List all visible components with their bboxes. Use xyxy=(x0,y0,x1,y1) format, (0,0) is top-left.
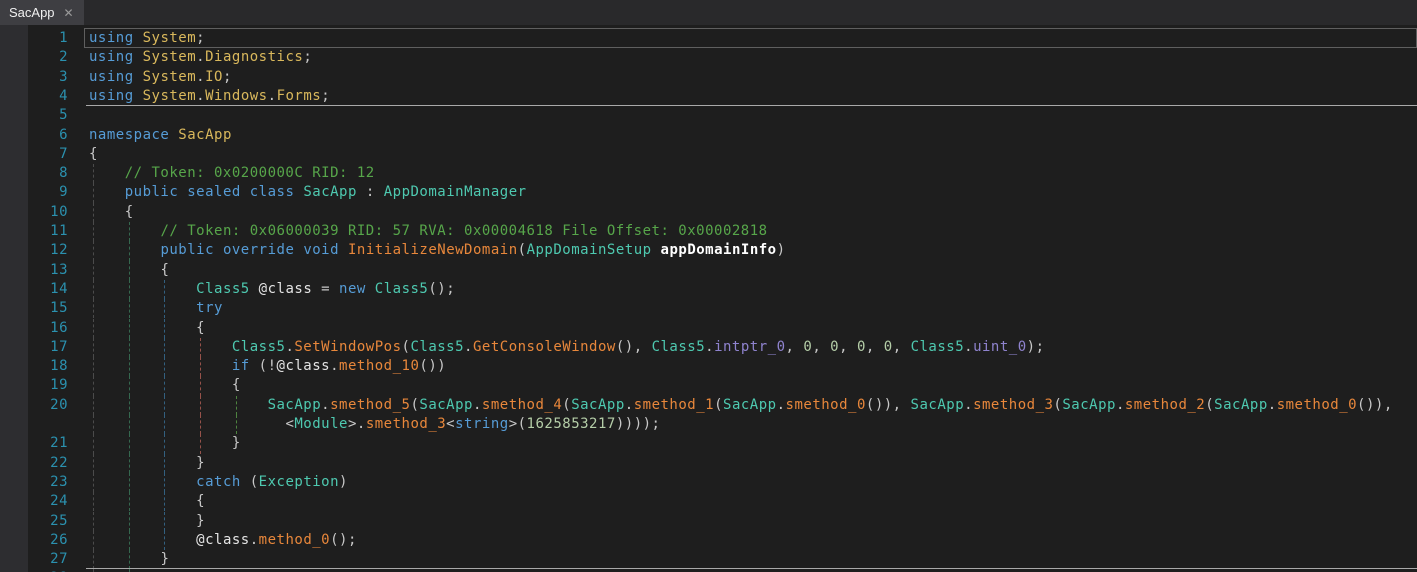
line-number: 17 xyxy=(0,338,68,357)
line-number: 18 xyxy=(0,357,68,376)
line-number: 7 xyxy=(0,145,68,164)
code-line[interactable]: 12 public override void InitializeNewDom… xyxy=(0,241,1417,260)
code-text: } xyxy=(89,454,205,473)
code-line[interactable]: 14 Class5 @class = new Class5(); xyxy=(0,280,1417,299)
code-text: public sealed class SacApp : AppDomainMa… xyxy=(89,183,527,202)
code-line[interactable]: 17 Class5.SetWindowPos(Class5.GetConsole… xyxy=(0,338,1417,357)
code-line[interactable]: 6 namespace SacApp xyxy=(0,126,1417,145)
line-number: 24 xyxy=(0,492,68,511)
line-number: 10 xyxy=(0,203,68,222)
code-text: } xyxy=(89,434,241,453)
code-text: { xyxy=(89,376,241,395)
current-line-highlight xyxy=(84,28,1417,48)
line-number: 5 xyxy=(0,106,68,125)
code-line[interactable]: 26 @class.method_0(); xyxy=(0,531,1417,550)
code-text: // Token: 0x06000039 RID: 57 RVA: 0x0000… xyxy=(89,222,768,241)
code-line[interactable]: 2 using System.Diagnostics; xyxy=(0,48,1417,67)
code-line[interactable]: 3 using System.IO; xyxy=(0,68,1417,87)
code-text: { xyxy=(89,145,98,164)
line-number: 15 xyxy=(0,299,68,318)
line-number: 9 xyxy=(0,183,68,202)
code-text: } xyxy=(89,550,169,569)
line-number: 13 xyxy=(0,261,68,280)
line-number: 11 xyxy=(0,222,68,241)
code-line[interactable]: <Module>.smethod_3<string>(1625853217)))… xyxy=(0,415,1417,434)
code-line[interactable]: 25 } xyxy=(0,512,1417,531)
line-number: 22 xyxy=(0,454,68,473)
line-number: 3 xyxy=(0,68,68,87)
line-number: 1 xyxy=(0,29,68,48)
tab-bar: SacApp ✕ xyxy=(0,0,1417,25)
code-line[interactable]: 8 // Token: 0x0200000C RID: 12 xyxy=(0,164,1417,183)
line-number: 16 xyxy=(0,319,68,338)
code-text: { xyxy=(89,261,169,280)
code-line[interactable]: 19 { xyxy=(0,376,1417,395)
code-text: { xyxy=(89,319,205,338)
code-text: { xyxy=(89,203,134,222)
code-line[interactable]: 16 { xyxy=(0,319,1417,338)
code-editor[interactable]: 1 using System; 2 using System.Diagnostics;… xyxy=(0,25,1417,572)
line-number: 19 xyxy=(0,376,68,395)
code-line[interactable]: 13 { xyxy=(0,261,1417,280)
code-text: @class.method_0(); xyxy=(89,531,357,550)
code-line[interactable]: 11 // Token: 0x06000039 RID: 57 RVA: 0x0… xyxy=(0,222,1417,241)
code-line[interactable]: 7{ xyxy=(0,145,1417,164)
line-number: 12 xyxy=(0,241,68,260)
code-text: Class5.SetWindowPos(Class5.GetConsoleWin… xyxy=(89,338,1045,357)
code-line[interactable]: 4 using System.Windows.Forms; xyxy=(0,87,1417,106)
code-text: SacApp.smethod_5(SacApp.smethod_4(SacApp… xyxy=(89,396,1393,415)
code-text: // Token: 0x0200000C RID: 12 xyxy=(89,164,375,183)
line-number: 4 xyxy=(0,87,68,106)
line-number: 8 xyxy=(0,164,68,183)
code-text: if (!@class.method_10()) xyxy=(89,357,446,376)
code-text: using System.Windows.Forms; xyxy=(89,87,330,106)
code-text: try xyxy=(89,299,223,318)
code-text: <Module>.smethod_3<string>(1625853217)))… xyxy=(89,415,661,434)
tab-close-icon[interactable]: ✕ xyxy=(64,7,74,19)
tab-sacapp[interactable]: SacApp ✕ xyxy=(0,0,84,25)
code-text: public override void InitializeNewDomain… xyxy=(89,241,786,260)
code-line[interactable]: 18 if (!@class.method_10()) xyxy=(0,357,1417,376)
code-line[interactable]: 22 } xyxy=(0,454,1417,473)
code-text: catch (Exception) xyxy=(89,473,348,492)
line-number: 20 xyxy=(0,396,68,415)
code-text: using System.Diagnostics; xyxy=(89,48,312,67)
code-line[interactable]: 23 catch (Exception) xyxy=(0,473,1417,492)
code-line[interactable]: 9 public sealed class SacApp : AppDomain… xyxy=(0,183,1417,202)
code-line[interactable]: 27 } xyxy=(0,550,1417,569)
line-number: 25 xyxy=(0,512,68,531)
code-text: namespace SacApp xyxy=(89,126,232,145)
line-number: 14 xyxy=(0,280,68,299)
code-line[interactable]: 20 SacApp.smethod_5(SacApp.smethod_4(Sac… xyxy=(0,396,1417,415)
code-line[interactable]: 24 { xyxy=(0,492,1417,511)
code-text: } xyxy=(89,512,205,531)
code-text: using System; xyxy=(89,29,205,48)
code-text: using System.IO; xyxy=(89,68,232,87)
code-line[interactable]: 15 try xyxy=(0,299,1417,318)
code-text: Class5 @class = new Class5(); xyxy=(89,280,455,299)
line-number: 27 xyxy=(0,550,68,569)
line-number: 23 xyxy=(0,473,68,492)
line-number: 6 xyxy=(0,126,68,145)
line-number: 21 xyxy=(0,434,68,453)
line-number: 26 xyxy=(0,531,68,550)
code-line[interactable]: 10 { xyxy=(0,203,1417,222)
line-number: 2 xyxy=(0,48,68,67)
code-rows: 1 using System; 2 using System.Diagnostics;… xyxy=(0,29,1417,572)
tab-title: SacApp xyxy=(9,5,55,20)
code-line[interactable]: 5 xyxy=(0,106,1417,125)
code-line[interactable]: 21 } xyxy=(0,434,1417,453)
code-line[interactable]: 1 using System; xyxy=(0,29,1417,48)
code-text: { xyxy=(89,492,205,511)
